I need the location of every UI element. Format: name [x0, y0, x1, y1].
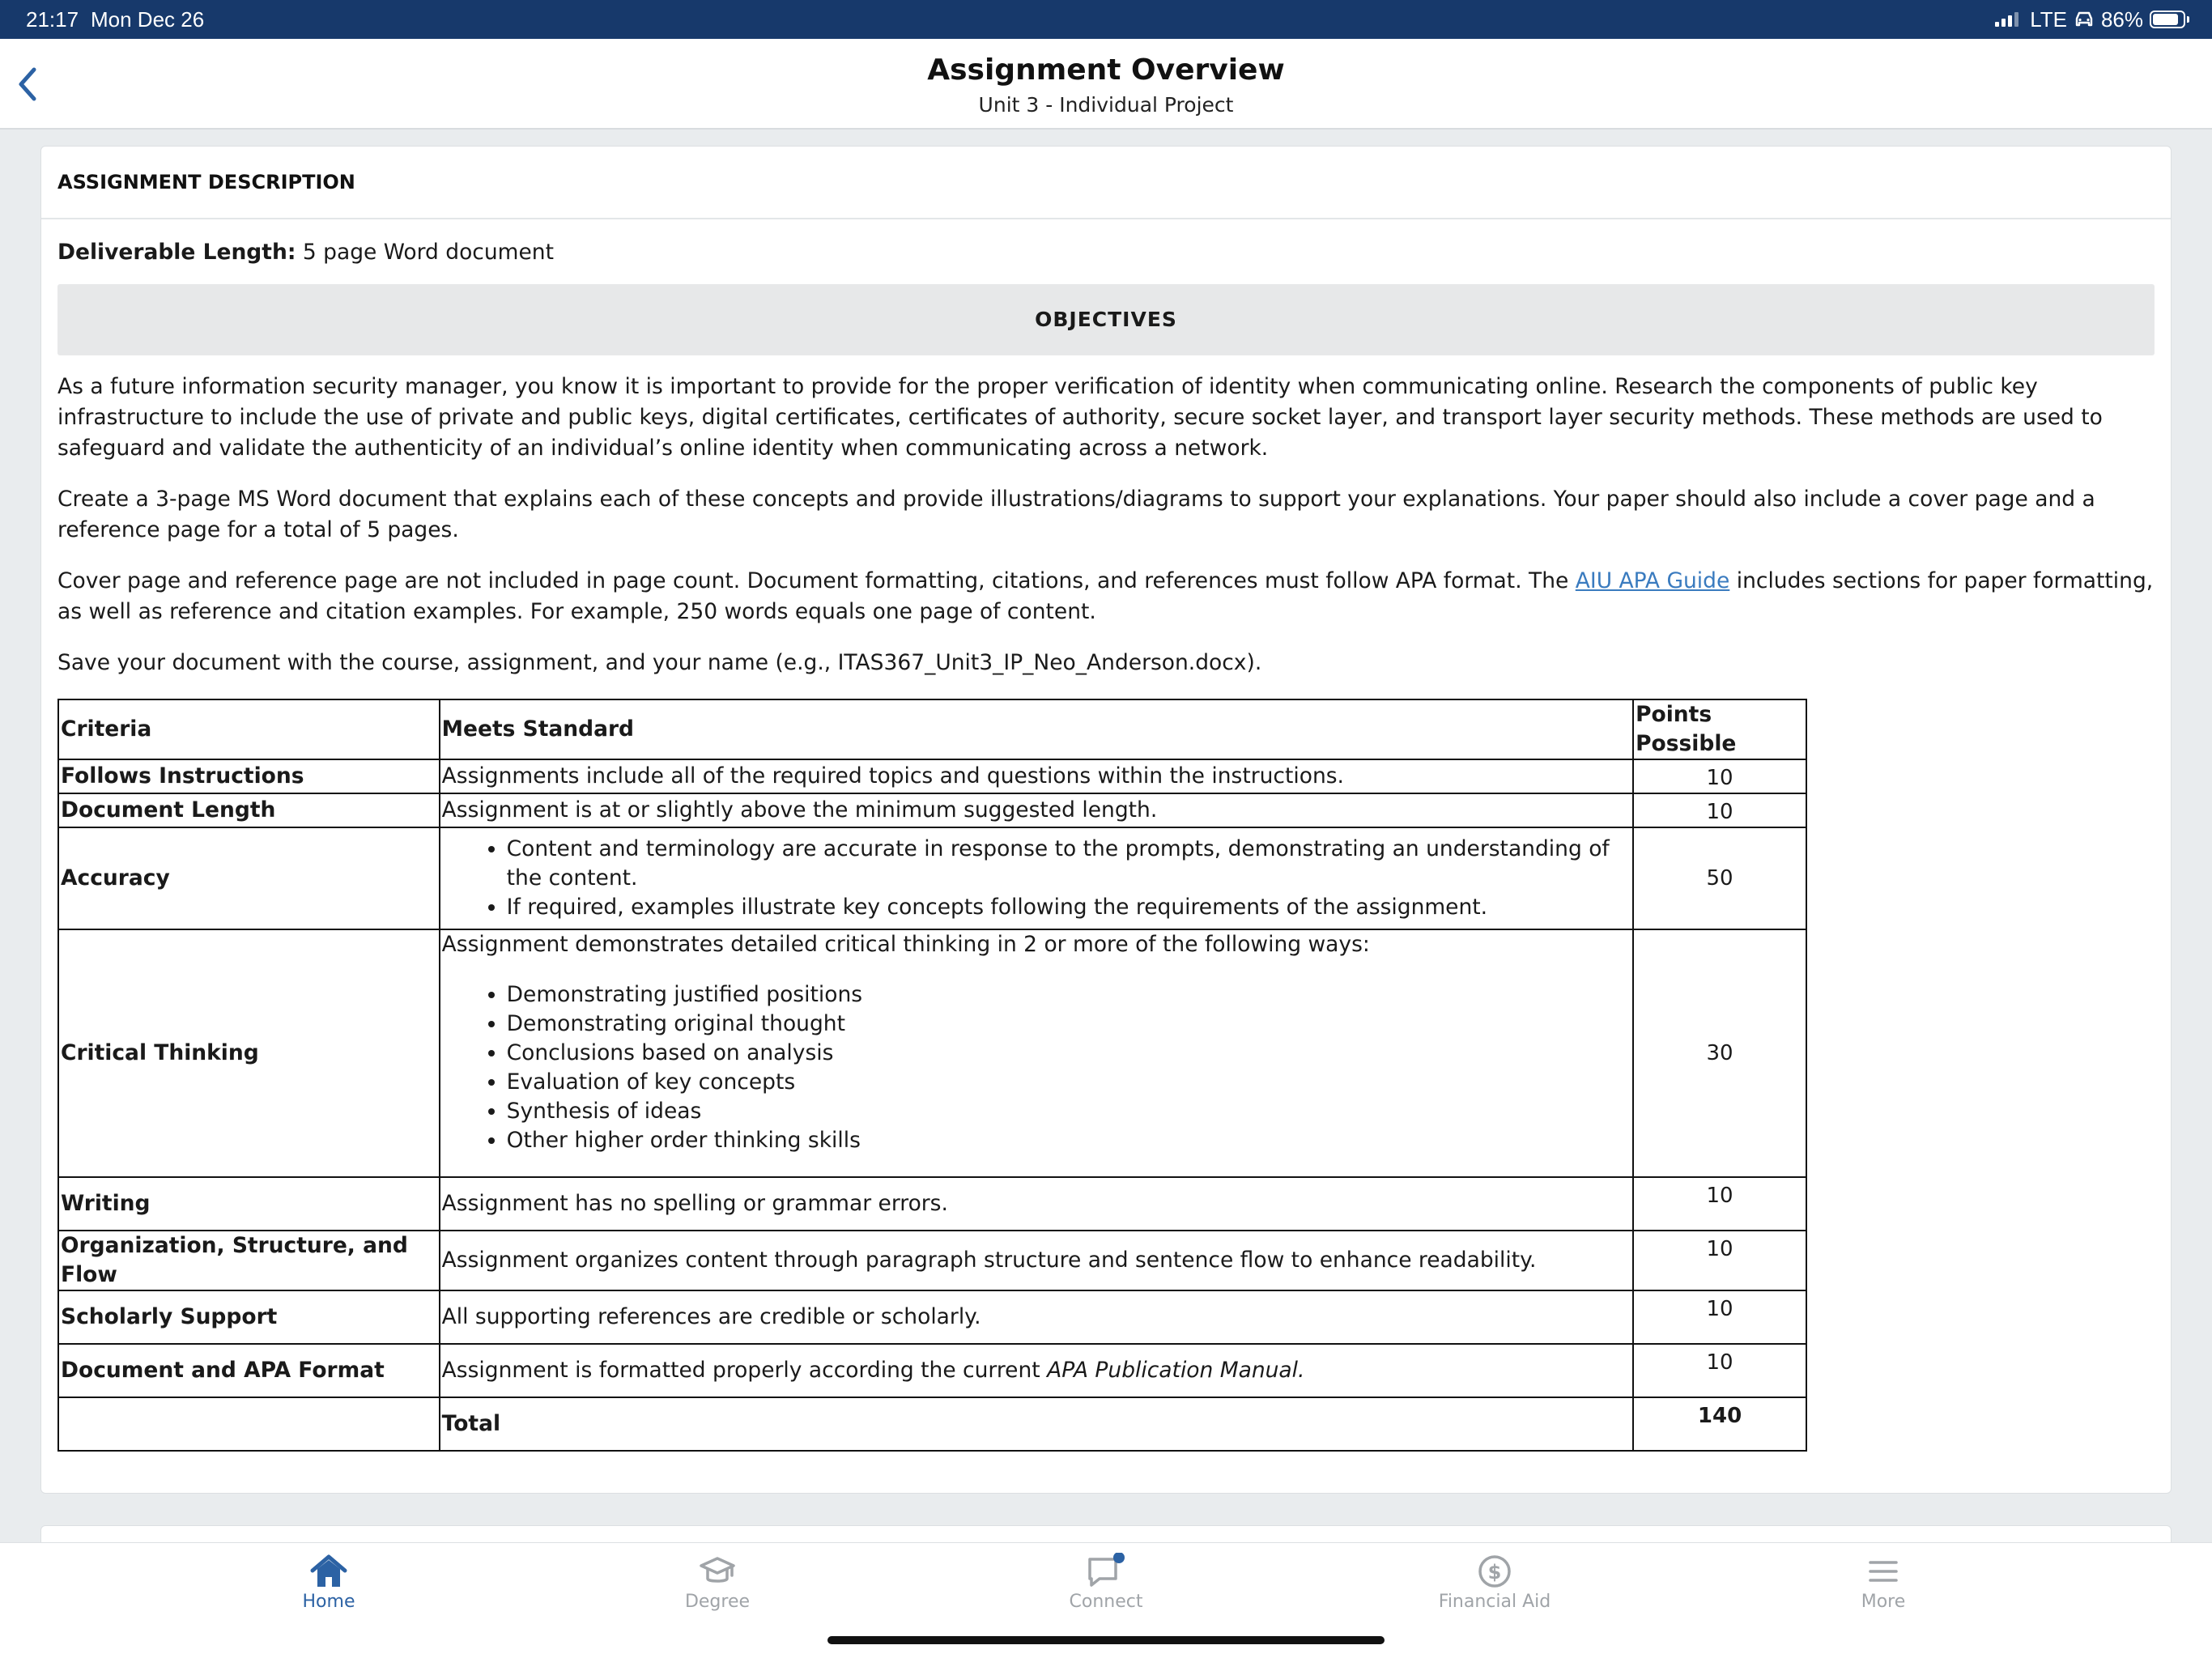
table-row: Organization, Structure, and Flow Assign…: [57, 1230, 1807, 1291]
tab-label: Degree: [684, 1592, 751, 1612]
tab-connect[interactable]: Connect: [985, 1553, 1227, 1634]
criteria-cell: Critical Thinking: [57, 929, 440, 1178]
card-body: Deliverable Length: 5 page Word document…: [41, 219, 2171, 1452]
standard-cell: Assignment is formatted properly accordi…: [438, 1343, 1635, 1398]
list-item: Demonstrating justified positions: [507, 980, 1631, 1010]
dollar-circle-icon: $: [1478, 1555, 1511, 1588]
total-label: Total: [438, 1397, 1635, 1452]
standard-cell: Assignment is at or slightly above the m…: [438, 793, 1635, 828]
tab-financial-aid[interactable]: $ Financial Aid: [1373, 1553, 1616, 1634]
criteria-cell: Scholarly Support: [57, 1290, 440, 1345]
graduation-cap-icon: [700, 1557, 735, 1583]
tab-label: More: [1861, 1592, 1906, 1612]
save-instructions-paragraph: Save your document with the course, assi…: [57, 650, 1262, 675]
standard-cell: All supporting references are credible o…: [438, 1290, 1635, 1345]
criteria-header: Criteria: [57, 699, 440, 760]
points-cell: 10: [1632, 1290, 1807, 1345]
list-item: Conclusions based on analysis: [507, 1039, 1631, 1068]
section-title: ASSIGNMENT DESCRIPTION: [41, 147, 2171, 219]
bullet-list: Demonstrating justified positions Demons…: [507, 980, 1631, 1155]
list-item: Evaluation of key concepts: [507, 1068, 1631, 1097]
standard-cell: Content and terminology are accurate in …: [438, 827, 1635, 930]
status-time: 21:17: [26, 7, 79, 32]
table-row: Document Length Assignment is at or slig…: [57, 793, 1807, 828]
standard-cell: Assignments include all of the required …: [438, 759, 1635, 794]
criteria-cell: Document Length: [57, 793, 440, 828]
meets-standard-header: Meets Standard: [438, 699, 1635, 760]
standard-cell: Assignment organizes content through par…: [438, 1230, 1635, 1291]
table-row: Scholarly Support All supporting referen…: [57, 1290, 1807, 1345]
status-date: Mon Dec 26: [91, 7, 205, 32]
table-row: Document and APA Format Assignment is fo…: [57, 1343, 1807, 1398]
points-cell: 10: [1632, 793, 1807, 828]
table-row: Writing Assignment has no spelling or gr…: [57, 1176, 1807, 1231]
points-cell: 30: [1632, 929, 1807, 1178]
nav-header: Assignment Overview Unit 3 - Individual …: [0, 39, 2212, 130]
standard-cell: Assignment demonstrates detailed critica…: [438, 929, 1635, 1178]
instructions-paragraph: Create a 3-page MS Word document that ex…: [57, 487, 2095, 542]
car-icon: [2075, 11, 2093, 27]
chat-bubble-icon: [1088, 1553, 1125, 1587]
points-cell: 10: [1632, 1176, 1807, 1231]
network-type: LTE: [2030, 6, 2067, 32]
criteria-cell: Follows Instructions: [57, 759, 440, 794]
list-item: Synthesis of ideas: [507, 1097, 1631, 1126]
table-row: Critical Thinking Assignment demonstrate…: [57, 929, 1807, 1178]
criteria-cell: Writing: [57, 1176, 440, 1231]
bullet-list: Content and terminology are accurate in …: [507, 835, 1631, 922]
aiu-apa-guide-link[interactable]: AIU APA Guide: [1576, 568, 1730, 593]
tab-label: Home: [302, 1592, 355, 1612]
points-cell: 10: [1632, 1230, 1807, 1291]
total-points: 140: [1632, 1397, 1807, 1452]
list-item: Demonstrating original thought: [507, 1010, 1631, 1039]
table-row: Follows Instructions Assignments include…: [57, 759, 1807, 794]
status-indicators: LTE 86%: [1995, 5, 2189, 34]
home-icon: [310, 1554, 347, 1587]
standard-intro: Assignment demonstrates detailed critica…: [441, 932, 1370, 957]
total-row: Total 140: [57, 1397, 1807, 1452]
deliverable-value: 5 page Word document: [296, 240, 554, 265]
format-paragraph: Cover page and reference page are not in…: [57, 566, 2155, 627]
criteria-cell: Document and APA Format: [57, 1343, 440, 1398]
svg-text:$: $: [1488, 1561, 1502, 1584]
list-item: If required, examples illustrate key con…: [507, 893, 1631, 922]
list-item: Content and terminology are accurate in …: [507, 835, 1631, 893]
objective-paragraph: As a future information security manager…: [57, 374, 2103, 461]
page-title: Assignment Overview: [927, 53, 1285, 87]
objectives-heading: OBJECTIVES: [57, 284, 2155, 355]
assignment-description-card: ASSIGNMENT DESCRIPTION Deliverable Lengt…: [40, 146, 2172, 1494]
deliverable-label: Deliverable Length:: [57, 240, 296, 265]
deliverable-length: Deliverable Length: 5 page Word document: [57, 237, 2155, 268]
tab-degree[interactable]: Degree: [596, 1553, 839, 1634]
tab-label: Connect: [1069, 1592, 1143, 1612]
criteria-cell: Accuracy: [57, 827, 440, 930]
rubric-header-row: Criteria Meets Standard Points Possible: [57, 699, 1807, 760]
cellular-signal-icon: [1995, 12, 2019, 27]
standard-text: Assignment is formatted properly accordi…: [441, 1358, 1048, 1383]
tab-label: Financial Aid: [1438, 1592, 1551, 1612]
standard-cell: Assignment has no spelling or grammar er…: [438, 1176, 1635, 1231]
home-indicator[interactable]: [827, 1636, 1385, 1644]
rubric-table: Criteria Meets Standard Points Possible …: [57, 699, 1807, 1452]
points-cell: 50: [1632, 827, 1807, 930]
points-cell: 10: [1632, 1343, 1807, 1398]
format-text: Cover page and reference page are not in…: [57, 568, 1576, 593]
apa-manual-title: APA Publication Manual.: [1047, 1358, 1305, 1383]
list-item: Other higher order thinking skills: [507, 1126, 1631, 1155]
tab-more[interactable]: More: [1762, 1553, 2005, 1634]
page-subtitle: Unit 3 - Individual Project: [978, 93, 1234, 117]
empty-cell: [57, 1397, 440, 1452]
criteria-cell: Organization, Structure, and Flow: [57, 1230, 440, 1291]
tab-home[interactable]: Home: [207, 1553, 450, 1634]
points-possible-header: Points Possible: [1632, 699, 1807, 760]
points-cell: 10: [1632, 759, 1807, 794]
battery-percent: 86%: [2100, 6, 2143, 32]
menu-icon: [1869, 1561, 1898, 1582]
table-row: Accuracy Content and terminology are acc…: [57, 827, 1807, 930]
status-bar: 21:17 Mon Dec 26 LTE 86%: [0, 0, 2212, 39]
battery-icon: [2150, 11, 2189, 28]
